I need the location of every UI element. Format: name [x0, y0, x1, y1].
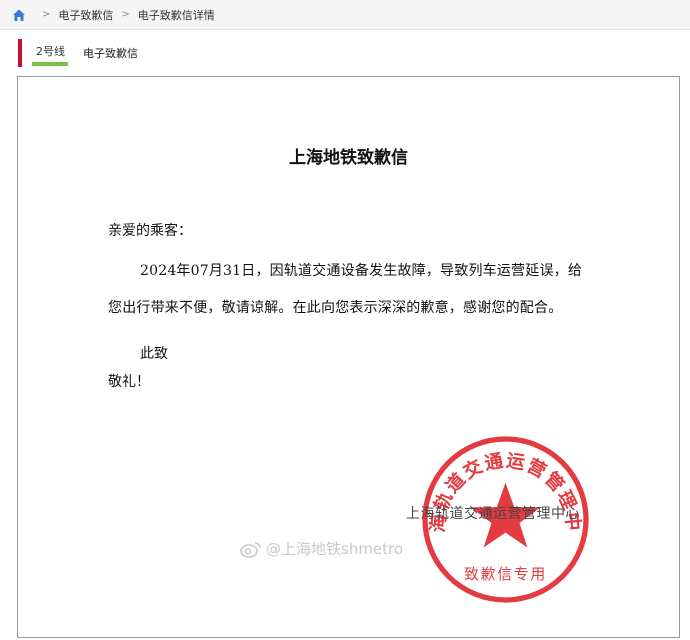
svg-text:致歉信专用: 致歉信专用: [464, 565, 547, 583]
line-color-bar: [32, 62, 68, 66]
letter-signature: 上海轨道交通运营管理中心: [406, 506, 580, 522]
breadcrumb-separator: >: [121, 9, 130, 20]
letter-paragraph-line-2: 您出行带来不便，敬请谅解。在此向您表示深深的歉意，感谢您的配合。: [108, 300, 563, 316]
line-badge: 2号线: [32, 43, 71, 66]
letter-paragraph-line-1: 2024年07月31日，因轨道交通设备发生故障，导致列车运营延误，给: [140, 263, 583, 279]
letter-closing-1: 此致: [140, 346, 168, 362]
line-header: 2号线 电子致歉信: [18, 38, 678, 68]
line-accent-bar: [18, 39, 22, 67]
breadcrumb-item-apology-letters[interactable]: 电子致歉信: [58, 7, 113, 23]
weibo-icon: [240, 541, 261, 558]
home-icon[interactable]: [12, 8, 26, 22]
section-title: 电子致歉信: [83, 47, 138, 60]
breadcrumb-separator: >: [42, 9, 51, 20]
letter-salutation: 亲爱的乘客：: [108, 223, 192, 239]
letter-closing-2: 敬礼！: [108, 374, 150, 390]
breadcrumb-item-letter-detail: 电子致歉信详情: [137, 8, 215, 22]
breadcrumb: > 电子致歉信 > 电子致歉信详情: [0, 0, 690, 30]
watermark-text: @上海地铁shmetro: [266, 540, 404, 558]
line-badge-label: 2号线: [36, 45, 65, 58]
weibo-watermark: @上海地铁shmetro: [240, 538, 403, 559]
letter-title: 上海地铁致歉信: [289, 148, 408, 168]
